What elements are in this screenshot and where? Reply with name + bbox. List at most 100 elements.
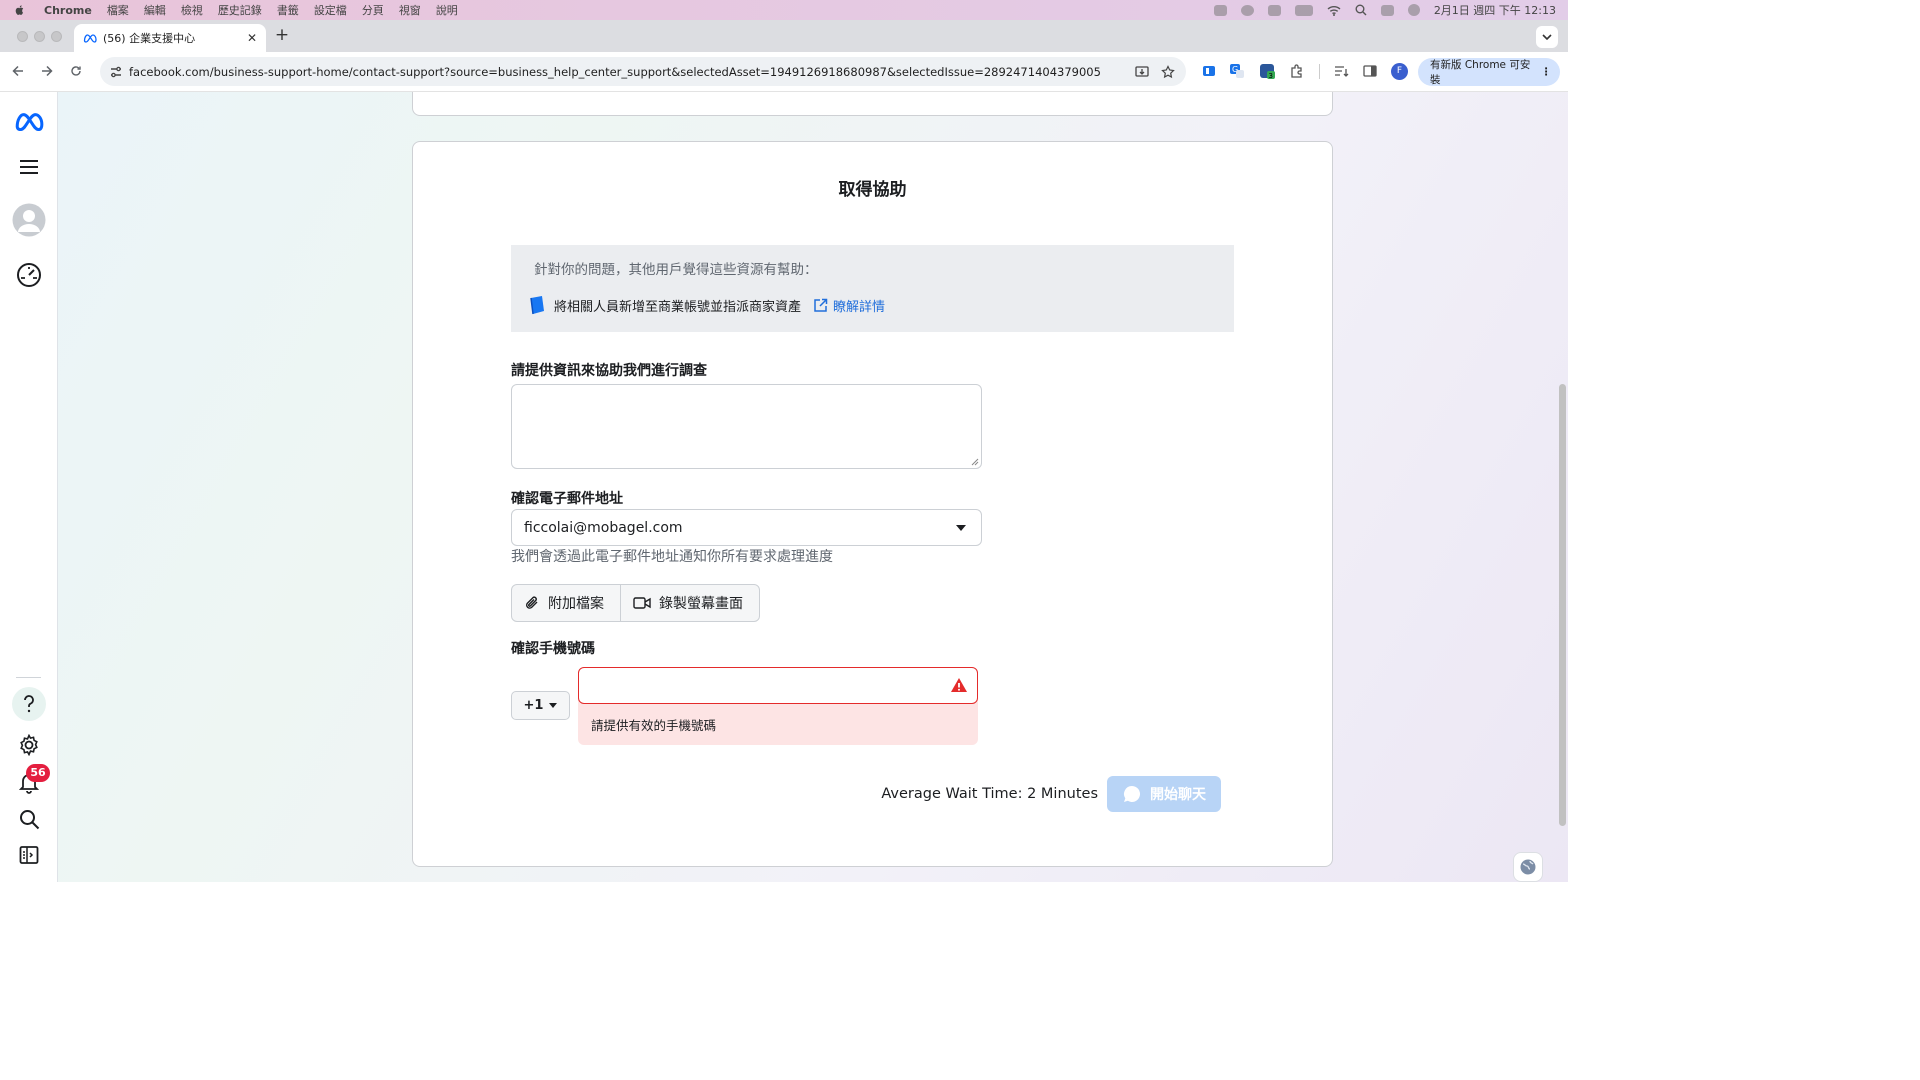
settings-button[interactable] — [12, 728, 46, 762]
email-value: ficcolai@mobagel.com — [524, 519, 683, 536]
control-center-icon[interactable] — [1380, 4, 1394, 16]
side-panel-icon[interactable] — [1362, 63, 1378, 79]
menu-item-profiles[interactable]: 設定檔 — [314, 2, 347, 18]
arrow-left-icon — [12, 65, 23, 77]
tab-strip: (56) 企業支援中心 ✕ + — [0, 20, 1568, 52]
profile-avatar[interactable]: F — [1391, 63, 1408, 80]
tab-close-icon[interactable]: ✕ — [244, 30, 260, 46]
start-chat-label: 開始聊天 — [1150, 787, 1206, 803]
menu-app-name[interactable]: Chrome — [44, 4, 92, 17]
address-bar[interactable]: facebook.com/business-support-home/conta… — [100, 57, 1186, 86]
site-settings-icon[interactable] — [109, 65, 123, 79]
menu-item-view[interactable]: 檢視 — [181, 2, 203, 18]
search-icon — [19, 809, 39, 829]
meta-logo[interactable] — [12, 104, 46, 138]
paperclip-icon — [526, 596, 538, 609]
account-avatar[interactable] — [12, 203, 46, 237]
email-helper-text: 我們會透過此電子郵件地址通知你所有要求處理進度 — [511, 549, 833, 565]
minimize-window-button[interactable] — [34, 31, 45, 42]
gear-icon — [20, 734, 38, 756]
resize-grip-icon[interactable] — [971, 458, 979, 466]
globe-icon — [1520, 859, 1536, 875]
chat-bubble-icon — [1123, 786, 1141, 802]
menu-item-bookmarks[interactable]: 書籤 — [277, 2, 299, 18]
tab-search-button[interactable] — [1536, 26, 1558, 48]
new-tab-button[interactable]: + — [273, 26, 291, 44]
menu-item-tab[interactable]: 分頁 — [362, 2, 384, 18]
book-icon — [530, 296, 544, 315]
page-scrollbar[interactable] — [1556, 92, 1568, 882]
meta-logo-icon — [15, 113, 44, 131]
more-menu-icon[interactable]: ⋮ — [1540, 66, 1552, 78]
url-text[interactable]: facebook.com/business-support-home/conta… — [129, 65, 1134, 79]
attach-file-button[interactable]: 附加檔案 — [512, 585, 620, 621]
page-content: 56 取得協助 針對你的問題，其他用戶覺得這些資源有幫助： 將相關人員新增至商業… — [0, 92, 1568, 882]
help-button[interactable] — [12, 687, 46, 721]
back-button[interactable] — [9, 62, 27, 80]
attach-file-label: 附加檔案 — [548, 596, 604, 612]
user-avatar-icon — [12, 203, 46, 237]
country-code-select[interactable]: +1 — [511, 691, 570, 720]
spotlight-icon[interactable] — [1355, 4, 1367, 16]
video-camera-icon — [633, 597, 651, 609]
update-chrome-button[interactable]: 有新版 Chrome 可安裝 ⋮ — [1418, 58, 1560, 86]
reload-icon — [71, 66, 81, 76]
mac-menubar: Chrome 檔案 編輯 檢視 歷史記錄 書籤 設定檔 分頁 視窗 說明 2月1… — [0, 0, 1568, 20]
menu-item-file[interactable]: 檔案 — [107, 2, 129, 18]
close-window-button[interactable] — [17, 31, 28, 42]
record-screen-label: 錄製螢幕畫面 — [659, 596, 743, 612]
collapse-nav-button[interactable] — [12, 838, 46, 872]
tab-title: (56) 企業支援中心 — [103, 32, 196, 45]
line-icon[interactable] — [1213, 4, 1227, 16]
calendar-icon[interactable] — [1267, 4, 1281, 16]
menu-item-help[interactable]: 說明 — [436, 2, 458, 18]
play-icon[interactable] — [1240, 4, 1254, 16]
reload-button[interactable] — [67, 62, 85, 80]
reading-list-icon[interactable] — [1333, 63, 1349, 79]
email-select[interactable]: ficcolai@mobagel.com — [511, 509, 982, 546]
menu-button[interactable] — [12, 150, 46, 184]
toolbar-divider — [1319, 64, 1320, 79]
install-app-icon[interactable] — [1134, 64, 1150, 80]
scrollbar-thumb[interactable] — [1559, 384, 1566, 826]
phone-error-message: 請提供有效的手機號碼 — [591, 718, 717, 733]
menubar-datetime[interactable]: 2月1日 週四 下午 12:13 — [1434, 2, 1556, 18]
resource-item: 將相關人員新增至商業帳號並指派商家資產 瞭解詳情 — [529, 295, 885, 315]
translate-icon[interactable]: G — [1229, 63, 1245, 79]
card-title: 取得協助 — [838, 180, 907, 200]
extension-reader-icon[interactable] — [1201, 63, 1217, 79]
record-screen-button[interactable]: 錄製螢幕畫面 — [620, 585, 759, 621]
window-controls — [17, 31, 62, 42]
info-textarea[interactable] — [511, 384, 982, 469]
warning-icon — [951, 678, 967, 692]
menu-item-edit[interactable]: 編輯 — [144, 2, 166, 18]
apple-icon[interactable] — [14, 4, 26, 16]
forward-button[interactable] — [38, 62, 56, 80]
bookmark-star-icon[interactable] — [1160, 64, 1176, 80]
average-wait-time: Average Wait Time: 2 Minutes — [881, 786, 1098, 802]
phone-field-group: 請提供有效的手機號碼 — [578, 667, 978, 745]
browser-tab[interactable]: (56) 企業支援中心 ✕ — [74, 24, 266, 52]
extensions-puzzle-icon[interactable] — [1289, 63, 1305, 79]
siri-icon[interactable] — [1407, 4, 1420, 16]
attachment-buttons: 附加檔案 錄製螢幕畫面 — [511, 584, 760, 622]
arrow-right-icon — [42, 65, 53, 77]
helpful-resources: 針對你的問題，其他用戶覺得這些資源有幫助： 將相關人員新增至商業帳號並指派商家資… — [511, 245, 1234, 332]
dashboard-button[interactable] — [12, 258, 46, 292]
phone-input[interactable] — [578, 667, 978, 704]
maximize-window-button[interactable] — [51, 31, 62, 42]
learn-more-link[interactable]: 瞭解詳情 — [813, 296, 885, 315]
meta-favicon-icon — [83, 34, 97, 43]
email-label: 確認電子郵件地址 — [511, 491, 623, 507]
menu-item-history[interactable]: 歷史記錄 — [218, 2, 262, 18]
start-chat-button[interactable]: 開始聊天 — [1107, 776, 1221, 812]
menu-item-window[interactable]: 視窗 — [399, 2, 421, 18]
extension-badge-icon[interactable]: 3 — [1259, 63, 1275, 79]
external-link-icon — [814, 298, 828, 312]
chevron-down-icon — [1542, 34, 1552, 40]
battery-icon[interactable] — [1294, 4, 1313, 16]
caret-down-icon — [956, 524, 966, 531]
search-button[interactable] — [12, 802, 46, 836]
language-button[interactable] — [1513, 852, 1543, 882]
wifi-icon[interactable] — [1327, 5, 1341, 16]
